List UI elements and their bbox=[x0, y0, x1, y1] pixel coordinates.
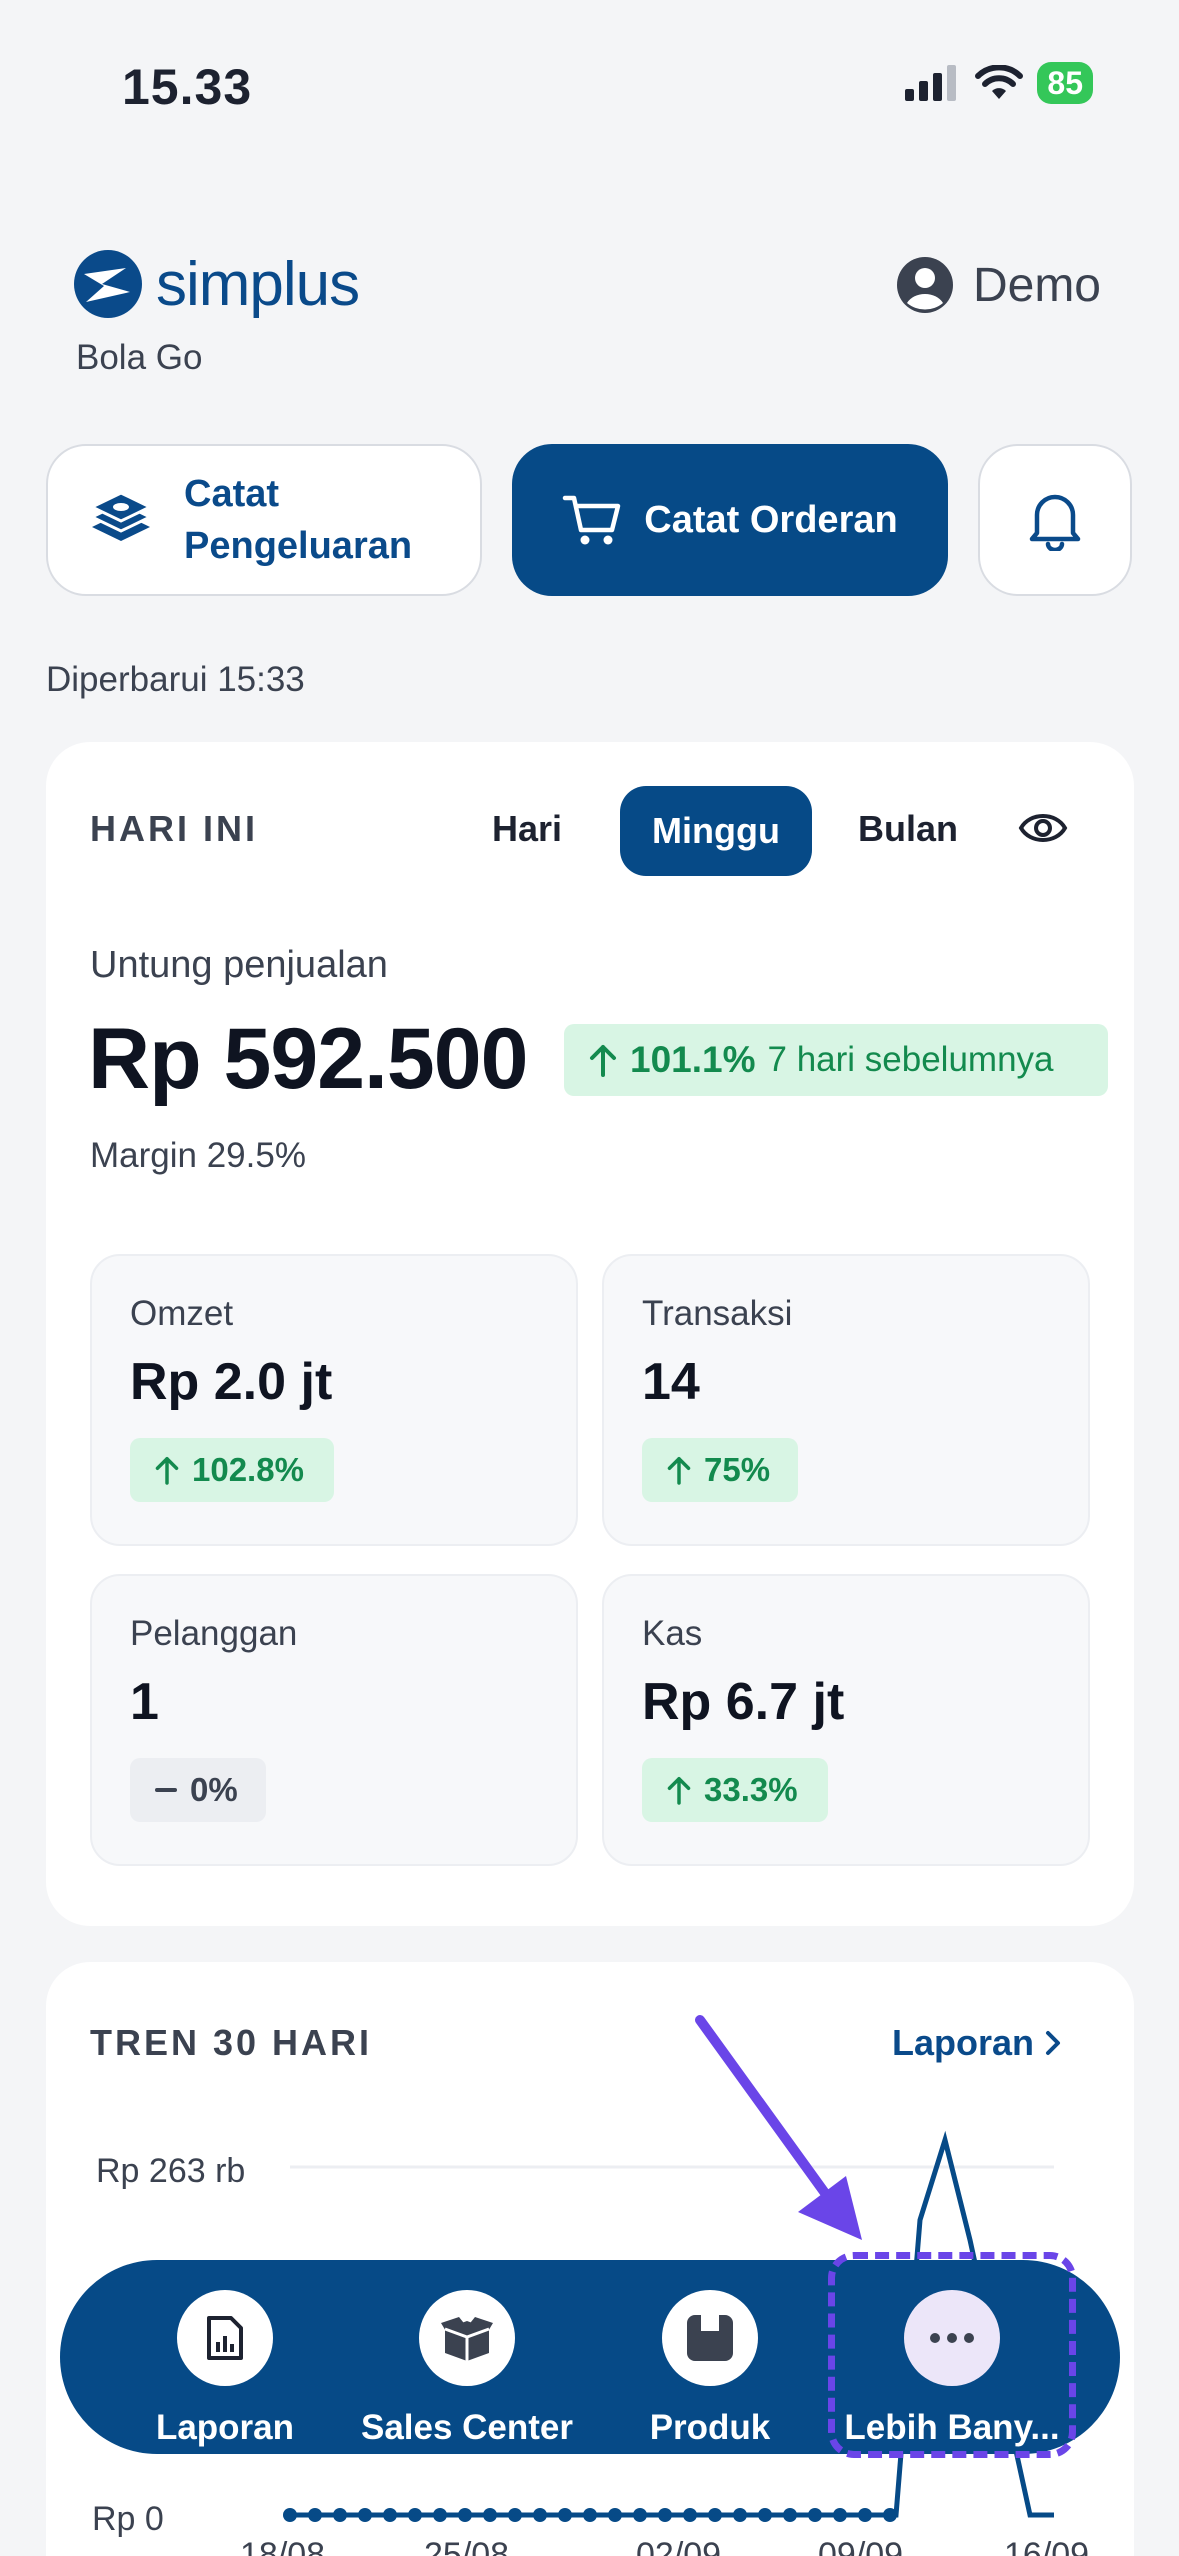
trend-point bbox=[308, 2508, 322, 2522]
trend-point bbox=[633, 2508, 647, 2522]
trend-point bbox=[508, 2508, 522, 2522]
x-axis-label: 18/08 bbox=[240, 2536, 326, 2556]
trend-point bbox=[658, 2508, 672, 2522]
x-axis-label: 02/09 bbox=[636, 2536, 722, 2556]
nav-item-reports[interactable]: Laporan bbox=[125, 2290, 325, 2448]
annotation-highlight-box bbox=[828, 2252, 1076, 2458]
box-icon bbox=[441, 2317, 493, 2361]
trend-point bbox=[283, 2508, 297, 2522]
x-axis-label: 16/09 bbox=[1004, 2536, 1090, 2556]
nav-label: Sales Center bbox=[360, 2408, 574, 2447]
x-axis-label: 09/09 bbox=[818, 2536, 904, 2556]
nav-label: Laporan bbox=[155, 2408, 295, 2447]
trend-point bbox=[433, 2508, 447, 2522]
trend-point bbox=[383, 2508, 397, 2522]
trend-point bbox=[458, 2508, 472, 2522]
product-icon bbox=[687, 2315, 733, 2361]
trend-point bbox=[758, 2508, 772, 2522]
trend-point bbox=[783, 2508, 797, 2522]
trend-chart bbox=[283, 2015, 1054, 2522]
x-axis-label: 25/08 bbox=[424, 2536, 510, 2556]
trend-point bbox=[358, 2508, 372, 2522]
trend-point bbox=[883, 2508, 897, 2522]
trend-point bbox=[608, 2508, 622, 2522]
nav-item-sales-center[interactable]: Sales Center bbox=[361, 2290, 573, 2448]
trend-point bbox=[808, 2508, 822, 2522]
trend-point bbox=[333, 2508, 347, 2522]
trend-point bbox=[708, 2508, 722, 2522]
trend-point bbox=[408, 2508, 422, 2522]
trend-point bbox=[733, 2508, 747, 2522]
trend-point bbox=[583, 2508, 597, 2522]
annotation-arrow-head bbox=[798, 2176, 862, 2240]
nav-item-products[interactable]: Produk bbox=[610, 2290, 810, 2448]
trend-point bbox=[558, 2508, 572, 2522]
trend-point bbox=[858, 2508, 872, 2522]
trend-point bbox=[833, 2508, 847, 2522]
annotation-arrow-shaft bbox=[695, 2015, 835, 2205]
nav-label: Produk bbox=[649, 2408, 771, 2447]
trend-point bbox=[533, 2508, 547, 2522]
trend-point bbox=[483, 2508, 497, 2522]
report-icon bbox=[207, 2316, 243, 2360]
trend-point bbox=[683, 2508, 697, 2522]
